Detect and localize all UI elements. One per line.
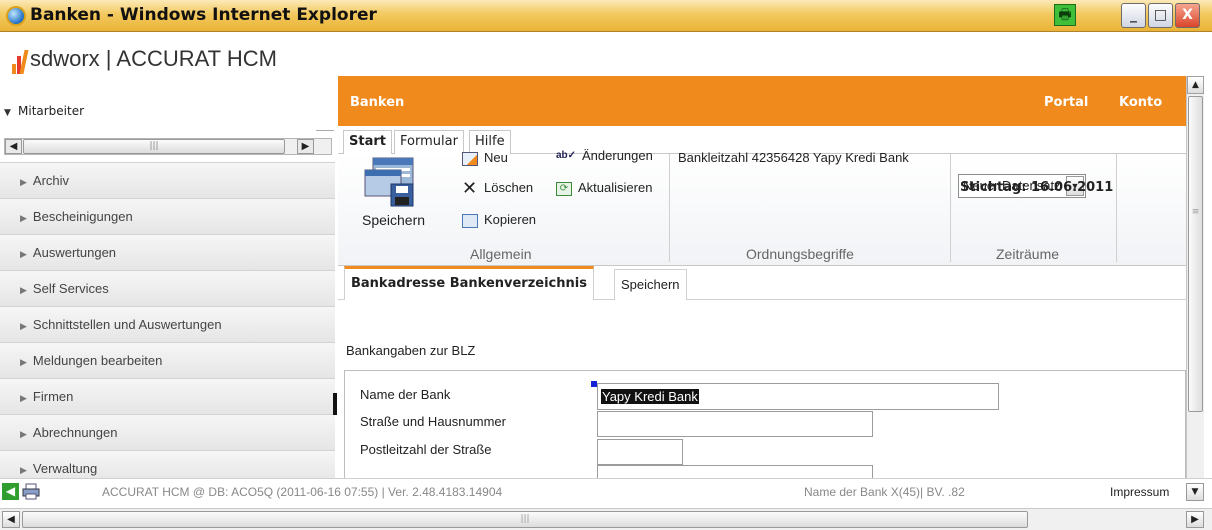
nav-item-schnittstellen[interactable]: ▶ Schnittstellen und Auswertungen (0, 306, 335, 342)
app-logo-text: sdworx | ACCURAT HCM (30, 46, 277, 71)
printer-icon[interactable]: 🖶 (1054, 4, 1076, 26)
chevron-down-icon[interactable]: ▼ (1186, 483, 1204, 501)
chevron-right-icon: ▶ (20, 393, 27, 403)
chevron-right-icon: ▶ (20, 213, 27, 223)
refresh-button[interactable]: ⟳ Aktualisieren (556, 180, 652, 196)
internet-explorer-icon (6, 6, 26, 26)
copy-button[interactable]: Kopieren (462, 212, 536, 228)
new-icon (462, 151, 478, 166)
copy-icon (462, 213, 478, 228)
close-button[interactable]: X (1175, 3, 1200, 28)
delete-icon: ✕ (462, 177, 478, 198)
section-mitarbeiter[interactable]: Mitarbeiter (18, 104, 84, 118)
chevron-right-icon: ▶ (20, 357, 27, 367)
scroll-left-icon[interactable]: ◀ (5, 139, 22, 154)
tab-formular[interactable]: Formular (394, 130, 464, 154)
chevron-right-icon: ▶ (20, 321, 27, 331)
bottom-horizontal-scrollbar[interactable]: ◀ ||| ▶ (0, 508, 1212, 530)
refresh-icon: ⟳ (556, 181, 572, 196)
bank-name-field[interactable]: Yapy Kredi Bank (597, 383, 999, 410)
label-street: Straße und Hausnummer (360, 414, 506, 429)
bankleitzahl-info: Bankleitzahl 42356428 Yapy Kredi Bank (678, 150, 909, 165)
sdworx-logo-icon (12, 50, 29, 74)
nav-item-bescheinigungen[interactable]: ▶ Bescheinigungen (0, 198, 335, 234)
changes-button[interactable]: ab✓ Änderungen (556, 148, 653, 164)
field-info: Name der Bank X(45)| BV. .82 (804, 485, 965, 499)
chevron-right-icon: ▶ (20, 177, 27, 187)
stichtag-text: Stichtag: 16.06.2011 (960, 180, 1114, 195)
save-icon[interactable] (361, 152, 429, 208)
status-text: ACCURAT HCM @ DB: ACO5Q (2011-06-16 07:5… (102, 485, 503, 499)
tab-bankadresse[interactable]: Bankadresse Bankenverzeichnis (344, 266, 594, 300)
group-label-zeitraeume: Zeiträume (996, 246, 1060, 262)
left-horizontal-scrollbar[interactable]: ◀ ||| ▶ (4, 138, 332, 155)
nav-item-auswertungen[interactable]: ▶ Auswertungen (0, 234, 335, 270)
page-title: Banken (350, 95, 405, 110)
nav-item-meldungen[interactable]: ▶ Meldungen bearbeiten (0, 342, 335, 378)
scroll-right-icon[interactable]: ▶ (1186, 511, 1204, 528)
window-title: Banken - Windows Internet Explorer (30, 5, 377, 25)
group-label-ordnungsbegriffe: Ordnungsbegriffe (746, 246, 854, 262)
nav-item-archiv[interactable]: ▶ Archiv (0, 162, 335, 198)
label-bank-name: Name der Bank (360, 387, 451, 402)
divider (950, 154, 951, 262)
impressum-link[interactable]: Impressum (1110, 485, 1169, 499)
splitter-handle[interactable] (333, 393, 337, 415)
chevron-right-icon: ▶ (20, 285, 27, 295)
back-arrow-icon[interactable]: ◀ (2, 483, 19, 500)
scroll-left-icon[interactable]: ◀ (2, 511, 20, 528)
delete-button[interactable]: ✕ Löschen (462, 177, 533, 198)
portal-link[interactable]: Portal (1044, 95, 1088, 110)
scroll-thumb[interactable]: ||| (22, 511, 1028, 528)
save-button[interactable]: Speichern (362, 212, 425, 228)
label-postal-code: Postleitzahl der Straße (360, 442, 492, 457)
vertical-scrollbar[interactable]: ▲ ≡ (1186, 76, 1204, 478)
maximize-button[interactable]: □ (1148, 3, 1173, 28)
scroll-right-icon[interactable]: ▶ (297, 139, 314, 154)
tab-speichern[interactable]: Speichern (614, 269, 687, 300)
scroll-up-icon[interactable]: ▲ (1187, 76, 1204, 94)
postal-code-field[interactable] (597, 439, 683, 465)
section-heading: Bankangaben zur BLZ (346, 343, 476, 358)
spelling-icon: ab✓ (556, 149, 577, 161)
nav-item-firmen[interactable]: ▶ Firmen (0, 378, 335, 414)
divider (316, 130, 334, 131)
scroll-thumb[interactable]: ||| (23, 139, 285, 154)
street-field[interactable] (597, 411, 873, 437)
divider (669, 154, 670, 262)
chevron-right-icon: ▶ (20, 429, 27, 439)
chevron-right-icon: ▶ (20, 249, 27, 259)
navigation-menu: ▶ Archiv ▶ Bescheinigungen ▶ Auswertungen ▶… (0, 162, 335, 484)
next-field[interactable] (597, 465, 873, 478)
collapse-triangle-icon[interactable]: ▼ (4, 108, 11, 118)
new-button[interactable]: Neu (462, 150, 508, 166)
tab-start[interactable]: Start (343, 130, 392, 154)
nav-item-self-services[interactable]: ▶ Self Services (0, 270, 335, 306)
print-icon[interactable] (22, 483, 40, 500)
minimize-button[interactable]: _ (1121, 3, 1146, 28)
nav-item-abrechnungen[interactable]: ▶ Abrechnungen (0, 414, 335, 450)
group-label-allgemein: Allgemein (470, 246, 532, 262)
chevron-right-icon: ▶ (20, 465, 27, 475)
konto-link[interactable]: Konto (1119, 95, 1162, 110)
divider (1116, 154, 1117, 262)
scroll-thumb[interactable]: ≡ (1188, 96, 1203, 412)
